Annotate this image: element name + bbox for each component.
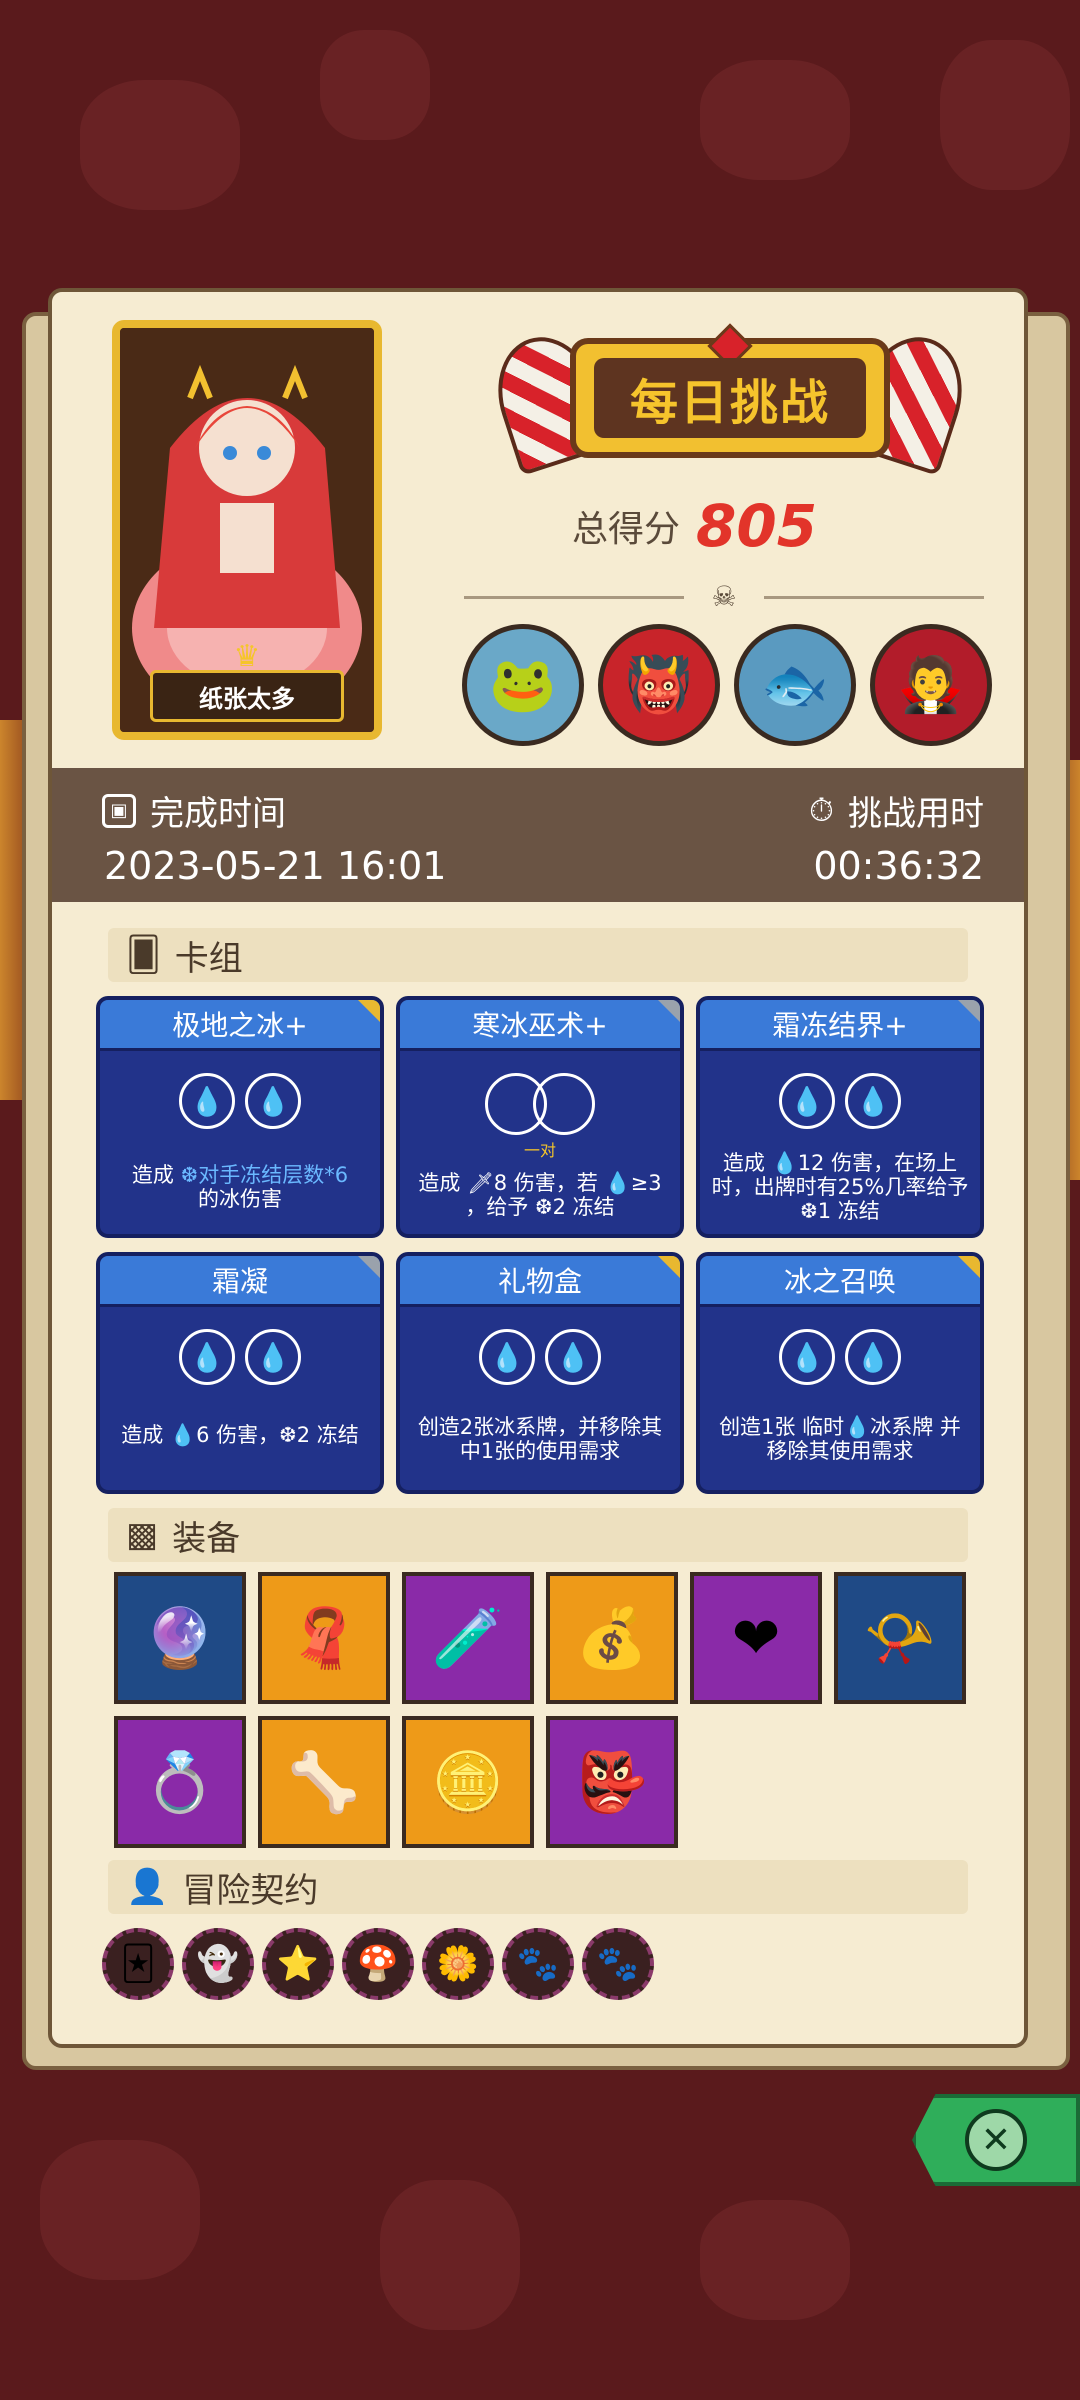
star-icon[interactable]: ⭐ bbox=[262, 1928, 334, 2000]
equipment-section-header: ▩ 装备 bbox=[108, 1508, 968, 1562]
person-icon: 👤 bbox=[126, 1867, 169, 1907]
completion-time-label: ▣ 完成时间 bbox=[102, 786, 286, 835]
purple-scarf-icon[interactable]: 🧣 bbox=[258, 1572, 390, 1704]
water-drop-icon: 💧 bbox=[845, 1329, 901, 1385]
ice-ring-icon[interactable]: 💍 bbox=[114, 1716, 246, 1848]
card-description: 创造2张冰系牌，并移除其中1张的使用需求 bbox=[417, 1415, 663, 1463]
stopwatch-icon: ⏱ bbox=[809, 791, 834, 829]
result-panel: ♛ 纸张太多 每日挑战 总得分 805 ☠ 🐸 👹 🐟 🧛 ▣ 完成时间 ⏱ 挑… bbox=[48, 288, 1028, 2048]
ice-horn-icon[interactable]: 🦴 bbox=[258, 1716, 390, 1848]
pink-crystal-icon[interactable]: 🔮 bbox=[114, 1572, 246, 1704]
deck-card[interactable]: 霜凝 💧 💧 造成 💧6 伤害，❆2 冻结 bbox=[96, 1252, 384, 1494]
paw-icon[interactable]: 🐾 bbox=[502, 1928, 574, 2000]
ghost-icon[interactable]: 👻 bbox=[182, 1928, 254, 2000]
close-button[interactable]: ✕ bbox=[912, 2094, 1080, 2186]
character-name: 纸张太多 bbox=[150, 670, 344, 722]
score-value: 805 bbox=[696, 492, 818, 560]
deck-section-header: 🂠 卡组 bbox=[108, 928, 968, 982]
duration-value: 00:36:32 bbox=[813, 844, 984, 888]
card-description: 造成 ❆对手冻结层数*6 的冰伤害 bbox=[131, 1163, 349, 1211]
cage-monster-icon[interactable]: 👹 bbox=[598, 624, 720, 746]
deck-card[interactable]: 礼物盒 💧 💧 创造2张冰系牌，并移除其中1张的使用需求 bbox=[396, 1252, 684, 1494]
score-row: 总得分 805 bbox=[572, 492, 912, 560]
fish-monster-icon[interactable]: 🐟 bbox=[734, 624, 856, 746]
flower-icon[interactable]: 🌼 bbox=[422, 1928, 494, 2000]
water-drop-icon: 💧 bbox=[179, 1073, 235, 1129]
contracts-section-header: 👤 冒险契约 bbox=[108, 1860, 968, 1914]
water-drop-icon: 💧 bbox=[779, 1073, 835, 1129]
water-drop-icon: 💧 bbox=[179, 1329, 235, 1385]
ornamental-divider: ☠ bbox=[444, 580, 1004, 613]
card-description: 造成 💧6 伤害，❆2 冻结 bbox=[121, 1423, 359, 1447]
water-drop-icon: 💧 bbox=[545, 1329, 601, 1385]
empty-slot-icon bbox=[533, 1073, 595, 1135]
defeated-bosses: 🐸 👹 🐟 🧛 bbox=[462, 624, 992, 746]
cards-icon: 🂠 bbox=[126, 935, 161, 975]
skull-icon: ☠ bbox=[711, 580, 737, 613]
gold-coin-ring-icon[interactable]: 🪙 bbox=[402, 1716, 534, 1848]
duration-label: ⏱ 挑战用时 bbox=[809, 791, 984, 834]
close-icon: ✕ bbox=[965, 2109, 1027, 2171]
pair-label: 一对 bbox=[523, 1141, 556, 1160]
deck-card[interactable]: 霜冻结界+ 💧 💧 造成 💧12 伤害，在场上时，出牌时有25%几率给予 ❆1 … bbox=[696, 996, 984, 1238]
challenge-title: 每日挑战 bbox=[594, 358, 866, 438]
horn-cup-icon[interactable]: 📯 bbox=[834, 1572, 966, 1704]
card-description: 造成 🗡8 伤害，若 💧≥3 ，给予 ❆2 冻结 bbox=[418, 1171, 662, 1219]
vampire-monster-icon[interactable]: 🧛 bbox=[870, 624, 992, 746]
deck-card[interactable]: 极地之冰+ 💧 💧 造成 ❆对手冻结层数*6 的冰伤害 bbox=[96, 996, 384, 1238]
water-drop-icon: 💧 bbox=[479, 1329, 535, 1385]
completion-time-value: 2023-05-21 16:01 bbox=[104, 844, 447, 888]
mushroom-icon[interactable]: 🍄 bbox=[342, 1928, 414, 2000]
paw-icon[interactable]: 🐾 bbox=[582, 1928, 654, 2000]
daily-challenge-banner: 每日挑战 bbox=[482, 316, 978, 477]
water-drop-icon: 💧 bbox=[779, 1329, 835, 1385]
score-label: 总得分 bbox=[572, 509, 681, 550]
time-info-band: ▣ 完成时间 ⏱ 挑战用时 2023-05-21 16:01 00:36:32 bbox=[52, 768, 1024, 902]
calendar-icon: ▣ bbox=[102, 793, 136, 828]
gold-sack-icon[interactable]: 💰 bbox=[546, 1572, 678, 1704]
purple-potion-icon[interactable]: 🧪 bbox=[402, 1572, 534, 1704]
card-icon[interactable]: 🃏 bbox=[102, 1928, 174, 2000]
water-drop-icon: 💧 bbox=[245, 1073, 301, 1129]
crown-icon: ♛ bbox=[233, 639, 261, 674]
deck-card[interactable]: 冰之召唤 💧 💧 创造1张 临时💧冰系牌 并移除其使用需求 bbox=[696, 1252, 984, 1494]
frog-monster-icon[interactable]: 🐸 bbox=[462, 624, 584, 746]
card-description: 创造1张 临时💧冰系牌 并移除其使用需求 bbox=[719, 1415, 961, 1463]
water-drop-icon: 💧 bbox=[245, 1329, 301, 1385]
deck-card[interactable]: 寒冰巫术+ 一对 造成 🗡8 伤害，若 💧≥3 ，给予 ❆2 冻结 bbox=[396, 996, 684, 1238]
box-icon: ▩ bbox=[126, 1515, 159, 1555]
heart-shield-icon[interactable]: ❤ bbox=[690, 1572, 822, 1704]
ice-mask-icon[interactable]: 👺 bbox=[546, 1716, 678, 1848]
water-drop-icon: 💧 bbox=[845, 1073, 901, 1129]
character-portrait: ♛ 纸张太多 bbox=[112, 320, 382, 740]
card-description: 造成 💧12 伤害，在场上时，出牌时有25%几率给予 ❆1 冻结 bbox=[711, 1151, 969, 1223]
